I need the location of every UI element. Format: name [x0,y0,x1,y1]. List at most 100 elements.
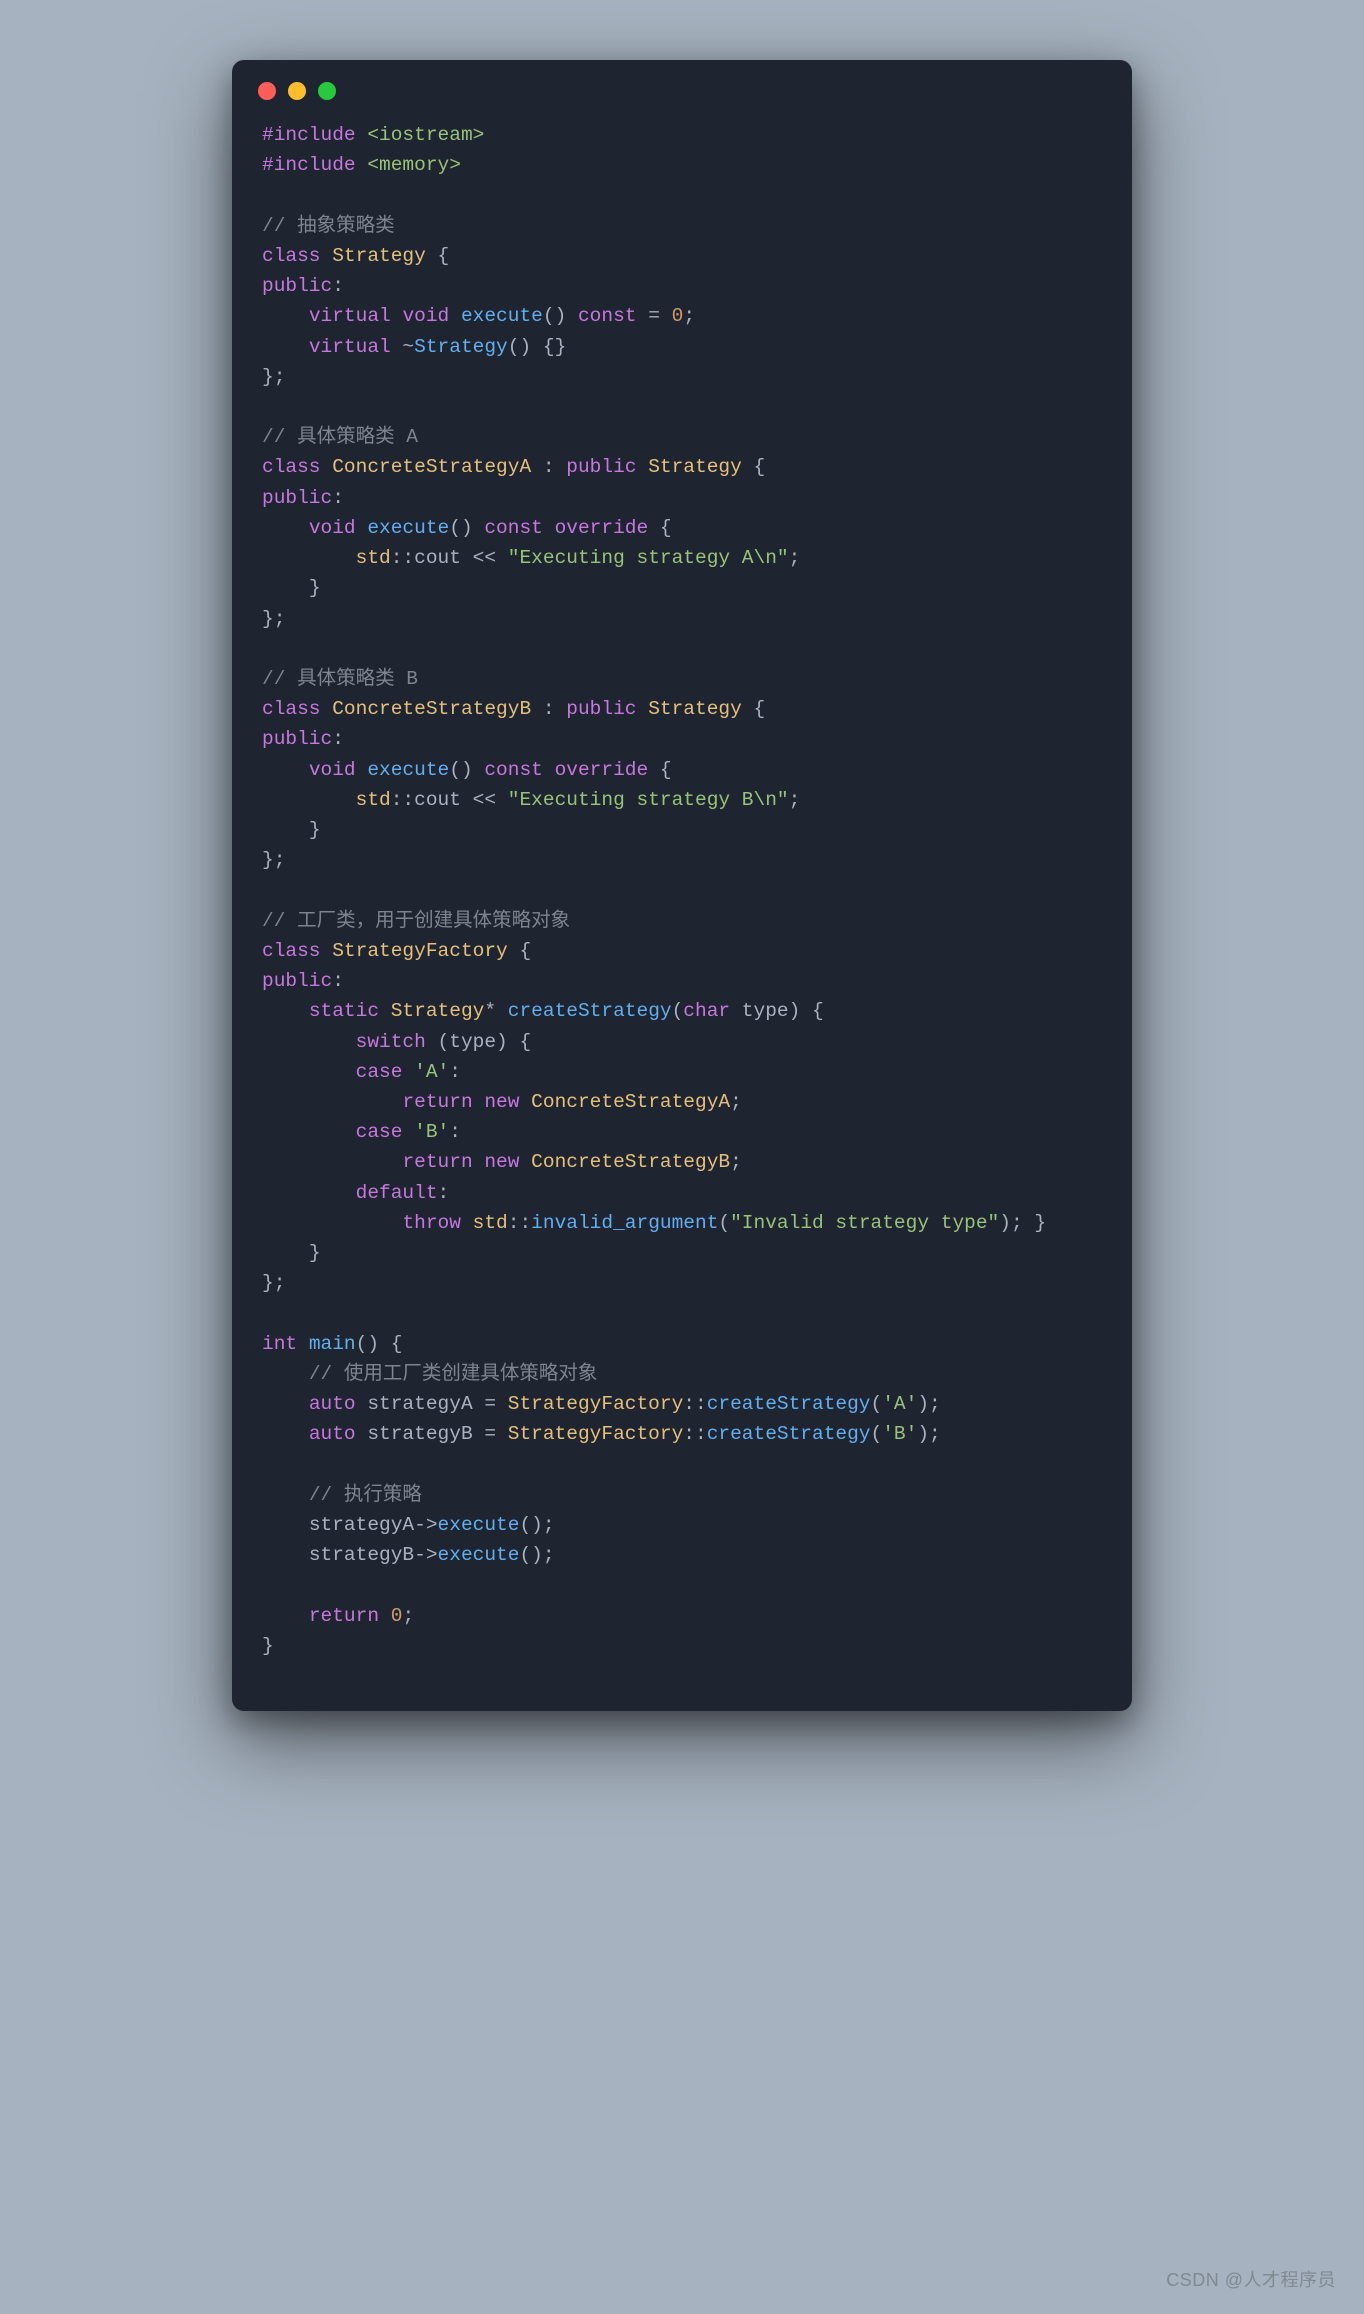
code-token: virtual [309,305,391,327]
code-token: :: [683,1393,706,1415]
code-line: }; [262,845,1102,875]
code-line: strategyA->execute(); [262,1510,1102,1540]
code-token: // 使用工厂类创建具体策略对象 [309,1363,598,1385]
code-token [461,1212,473,1234]
code-token: StrategyFactory [332,940,508,962]
code-line: throw std::invalid_argument("Invalid str… [262,1208,1102,1238]
code-token: 'A' [414,1061,449,1083]
code-line [262,634,1102,664]
code-token: } [262,1635,274,1657]
minimize-icon[interactable] [288,82,306,100]
code-token [262,1121,356,1143]
maximize-icon[interactable] [318,82,336,100]
code-line: auto strategyB = StrategyFactory::create… [262,1419,1102,1449]
code-token: ConcreteStrategyB [332,698,531,720]
code-line: int main() { [262,1329,1102,1359]
code-token: Strategy [648,698,742,720]
code-token: (); [519,1514,554,1536]
code-token: () { [356,1333,403,1355]
code-token: const [578,305,637,327]
code-token: <iostream> [367,124,484,146]
code-token: public [566,698,636,720]
code-token [321,245,333,267]
code-token: // 抽象策略类 [262,215,395,237]
code-token: main [309,1333,356,1355]
window-titlebar [232,60,1132,110]
code-token: ( [672,1000,684,1022]
code-token: (); [519,1544,554,1566]
code-token [321,456,333,478]
code-token: ; [730,1091,742,1113]
code-token: : [449,1061,461,1083]
code-token: execute [438,1514,520,1536]
code-line: public: [262,271,1102,301]
code-token: class [262,456,321,478]
code-token: Strategy [414,336,508,358]
code-token: ~ [391,336,414,358]
code-line: default: [262,1178,1102,1208]
code-token: execute [367,517,449,539]
code-token: void [402,305,449,327]
code-token [519,1151,531,1173]
code-token: // 工厂类，用于创建具体策略对象 [262,910,570,932]
code-token: execute [438,1544,520,1566]
code-token [262,1605,309,1627]
code-line: virtual void execute() const = 0; [262,301,1102,331]
code-token: 0 [672,305,684,327]
code-token: (type) { [426,1031,531,1053]
code-token: ); } [999,1212,1046,1234]
code-line: #include <memory> [262,150,1102,180]
code-line [262,1571,1102,1601]
code-token: strategyB = [356,1423,508,1445]
code-token: Strategy [332,245,426,267]
code-line: return new ConcreteStrategyB; [262,1147,1102,1177]
code-token: class [262,698,321,720]
code-token: int [262,1333,297,1355]
code-token: return [309,1605,379,1627]
code-token [636,456,648,478]
code-line: } [262,573,1102,603]
code-token: 'A' [882,1393,917,1415]
code-token: void [309,517,356,539]
code-token: ::cout << [391,789,508,811]
code-token: std [473,1212,508,1234]
code-token: static [309,1000,379,1022]
code-line: class ConcreteStrategyB : public Strateg… [262,694,1102,724]
close-icon[interactable] [258,82,276,100]
code-token: } [262,819,321,841]
code-line [262,1299,1102,1329]
code-token: } [262,1242,321,1264]
code-token [262,336,309,358]
code-token: invalid_argument [531,1212,718,1234]
code-token: public [566,456,636,478]
code-token: { [742,456,765,478]
code-line: return 0; [262,1601,1102,1631]
code-token [262,1000,309,1022]
code-line: public: [262,483,1102,513]
code-token: auto [309,1423,356,1445]
code-token [262,1151,402,1173]
code-token: // 执行策略 [309,1484,422,1506]
code-token: createStrategy [707,1393,871,1415]
code-token [449,305,461,327]
code-line: void execute() const override { [262,755,1102,785]
code-token: }; [262,366,285,388]
code-token [356,154,368,176]
code-line: auto strategyA = StrategyFactory::create… [262,1389,1102,1419]
code-token: Strategy [391,1000,485,1022]
code-line [262,1450,1102,1480]
code-line: switch (type) { [262,1027,1102,1057]
code-token: #include [262,154,356,176]
code-token [262,1423,309,1445]
code-token: char [683,1000,730,1022]
code-line: // 工厂类，用于创建具体策略对象 [262,906,1102,936]
code-token [379,1000,391,1022]
code-token: ( [871,1423,883,1445]
code-line: class StrategyFactory { [262,936,1102,966]
code-line: } [262,815,1102,845]
code-line: } [262,1631,1102,1661]
code-token: // 具体策略类 B [262,668,418,690]
code-token: case [356,1061,403,1083]
code-token: createStrategy [508,1000,672,1022]
code-token: () {} [508,336,567,358]
